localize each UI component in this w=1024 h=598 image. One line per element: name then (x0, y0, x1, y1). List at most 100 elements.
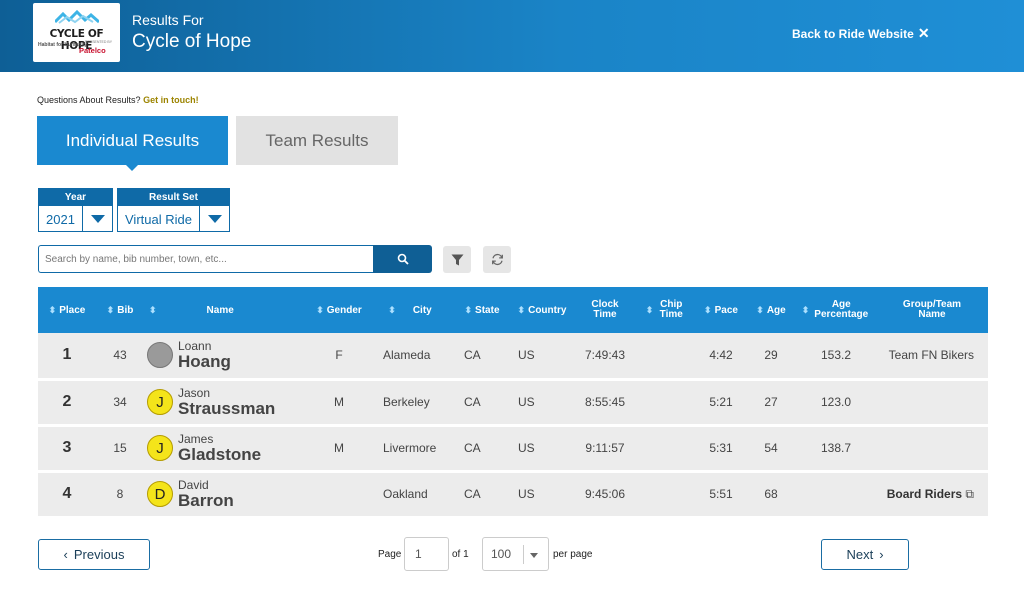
result-set-select[interactable]: Result Set Virtual Ride (117, 188, 230, 232)
chip-time-cell (636, 425, 696, 471)
result-set-label: Result Set (118, 189, 229, 206)
year-label: Year (39, 189, 112, 206)
header-subtitle: Results For (132, 12, 204, 28)
chevron-down-icon[interactable] (82, 206, 112, 232)
col-clock-time[interactable]: Clock Time (574, 287, 636, 333)
tab-individual-results[interactable]: Individual Results (37, 116, 228, 171)
table-row[interactable]: 3 15 J James Gladstone M Livermore CA US 9:11:57 5… (38, 425, 988, 471)
bib-cell: 15 (113, 441, 127, 455)
per-page-value: 100 (491, 547, 512, 561)
table-row[interactable]: 4 8 D David Barron Oakland CA US 9:45:06 5:51 68 Bo… (38, 471, 988, 517)
avatar: J (147, 389, 173, 415)
gender-cell: F (335, 348, 343, 363)
col-place[interactable]: ⬍ Place (38, 287, 96, 333)
bib-cell: 43 (113, 348, 127, 363)
col-age[interactable]: ⬍ Age (746, 287, 796, 333)
col-gender[interactable]: ⬍ Gender (312, 287, 366, 333)
get-in-touch-link[interactable]: Get in touch! (143, 95, 199, 105)
close-icon: ✕ (917, 25, 930, 41)
age-percentage-cell: 153.2 (820, 348, 852, 363)
header-bar: CYCLE OF HOPE Habitat for Humanity PRESE… (0, 0, 1024, 72)
group-cell (876, 379, 988, 425)
page-count: of 1 (452, 549, 469, 560)
group-name[interactable]: Board Riders (887, 487, 962, 501)
age-percentage-cell: 138.7 (820, 441, 852, 455)
col-group-team[interactable]: Group/Team Name (876, 287, 988, 333)
name-cell: Loann Hoang (144, 333, 312, 379)
gender-cell (312, 471, 366, 517)
chevron-right-icon: › (879, 547, 884, 562)
year-select[interactable]: Year 2021 (38, 188, 113, 232)
chevron-down-icon[interactable] (199, 206, 229, 232)
pace-cell: 5:31 (709, 441, 733, 455)
year-value: 2021 (46, 211, 75, 227)
search-input[interactable] (38, 245, 373, 273)
table-row[interactable]: 1 43 Loann Hoang F Alameda CA US 7:49:43 4:42 29 15… (38, 333, 988, 379)
questions-text: Questions About Results? (37, 95, 141, 105)
avatar: J (147, 435, 173, 461)
pace-cell: 5:51 (709, 487, 733, 501)
group-name: Team FN Bikers (888, 347, 974, 362)
col-country[interactable]: ⬍ Country (510, 287, 574, 333)
city-cell: Oakland (383, 487, 428, 501)
next-button[interactable]: Next › (821, 539, 909, 570)
external-link-icon[interactable]: ⧉ (965, 487, 974, 501)
bib-cell: 34 (113, 395, 127, 409)
col-chip-time[interactable]: ⬍ Chip Time (636, 287, 696, 333)
back-to-ride-link[interactable]: Back to Ride Website ✕ (792, 25, 930, 42)
col-name[interactable]: ⬍ Name (144, 287, 312, 333)
logo-sponsor: Patelco (79, 46, 106, 55)
search-icon (397, 253, 409, 265)
previous-label: Previous (73, 547, 125, 562)
place-cell: 3 (62, 439, 72, 456)
country-cell: US (518, 395, 535, 409)
age-cell: 68 (764, 487, 778, 501)
last-name: Straussman (178, 398, 276, 418)
place-cell: 2 (62, 393, 72, 410)
per-page-select[interactable]: 100 (482, 537, 549, 571)
tab-team-results[interactable]: Team Results (236, 116, 398, 165)
filter-button[interactable] (443, 246, 471, 273)
country-cell: US (518, 348, 535, 363)
clock-time-cell: 7:49:43 (584, 348, 626, 363)
search-button[interactable] (373, 245, 432, 273)
col-city[interactable]: ⬍ City (366, 287, 454, 333)
gender-cell: M (334, 395, 344, 409)
filter-icon (451, 254, 463, 265)
city-cell: Livermore (383, 441, 437, 455)
gender-cell: M (334, 441, 344, 455)
previous-button[interactable]: ‹ Previous (38, 539, 150, 570)
back-link-label: Back to Ride Website (792, 26, 914, 41)
page-input[interactable]: 1 (404, 537, 449, 571)
age-percentage-cell: 123.0 (820, 395, 852, 409)
chevron-left-icon: ‹ (63, 547, 68, 562)
chip-time-cell (636, 333, 696, 379)
name-cell: J Jason Straussman (144, 379, 312, 425)
cycle-of-hope-logo[interactable]: CYCLE OF HOPE Habitat for Humanity PRESE… (33, 3, 120, 62)
refresh-icon (491, 253, 503, 266)
col-age-percentage[interactable]: ⬍ Age Percentage (796, 287, 876, 333)
chip-time-cell (636, 471, 696, 517)
clock-time-cell: 9:11:57 (585, 441, 625, 455)
next-label: Next (846, 547, 874, 562)
clock-time-cell: 8:55:45 (584, 395, 626, 409)
city-cell: Alameda (383, 348, 431, 363)
pace-cell: 4:42 (709, 348, 733, 363)
last-name: Hoang (178, 351, 231, 371)
refresh-button[interactable] (483, 246, 511, 273)
col-bib[interactable]: ⬍ Bib (96, 287, 144, 333)
bib-cell: 8 (116, 487, 124, 501)
col-state[interactable]: ⬍ State (454, 287, 510, 333)
first-name: Jason (178, 385, 211, 400)
col-pace[interactable]: ⬍ Pace (696, 287, 746, 333)
per-page-label: per page (553, 549, 593, 560)
last-name: Gladstone (178, 444, 262, 464)
group-cell (876, 425, 988, 471)
last-name: Barron (178, 490, 234, 510)
group-cell: Board Riders ⧉ (876, 471, 988, 517)
chip-time-cell (636, 379, 696, 425)
group-cell: Team FN Bikers (876, 333, 988, 379)
table-row[interactable]: 2 34 J Jason Straussman M Berkeley CA US 8:55:45 5… (38, 379, 988, 425)
state-cell: CA (464, 348, 481, 363)
age-cell: 29 (764, 348, 778, 363)
